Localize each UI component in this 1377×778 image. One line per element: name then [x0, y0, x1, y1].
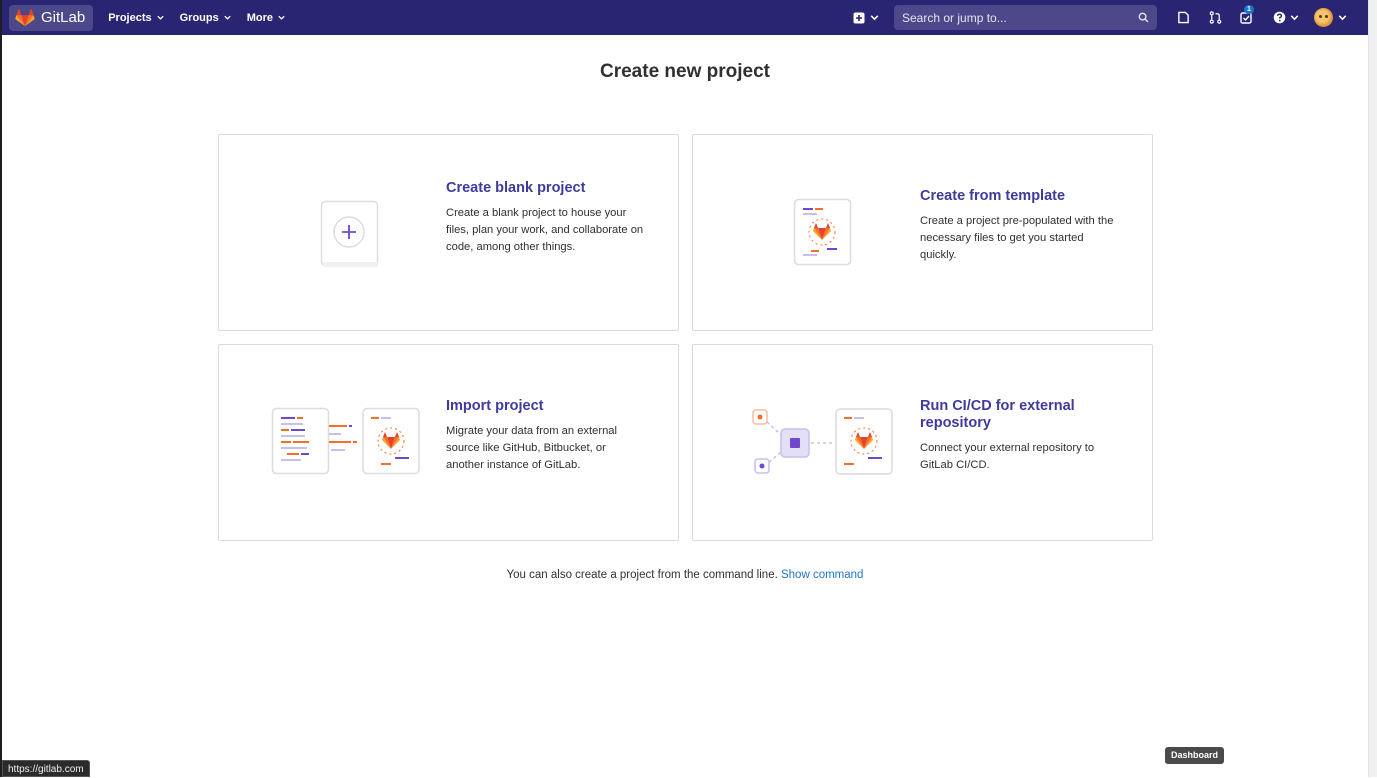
card-description: Migrate your data from an external sourc… — [446, 425, 618, 471]
chevron-down-icon — [1290, 15, 1299, 21]
merge-request-icon — [1209, 11, 1221, 24]
command-line-hint: You can also create a project from the c… — [0, 569, 1370, 581]
todos-button[interactable]: 1 — [1235, 4, 1259, 30]
chevron-down-icon — [278, 15, 285, 20]
question-circle-icon — [1273, 11, 1286, 24]
show-command-link[interactable]: Show command — [781, 569, 863, 581]
gitlab-logo-icon — [15, 8, 35, 26]
more-menu-label: More — [246, 11, 274, 24]
import-project-illustration — [271, 407, 426, 482]
merge-requests-button[interactable] — [1203, 6, 1227, 30]
card-description: Create a project pre-populated with the … — [920, 215, 1114, 261]
avatar — [1314, 8, 1333, 27]
more-menu[interactable]: More — [247, 12, 286, 24]
projects-menu[interactable]: Projects — [108, 12, 164, 24]
card-body: Create blank project Create a blank proj… — [446, 180, 646, 256]
card-body: Run CI/CD for external repository Connec… — [920, 398, 1120, 474]
scrollbar[interactable] — [1368, 0, 1377, 777]
projects-menu-label: Projects — [108, 11, 152, 24]
create-from-template-card[interactable]: Create from template Create a project pr… — [692, 134, 1153, 331]
card-description: Connect your external repository to GitL… — [920, 442, 1095, 471]
chevron-down-icon — [1338, 15, 1347, 21]
status-bar-url: https://gitlab.com — [2, 760, 90, 777]
gitlab-home-link[interactable]: GitLab — [9, 4, 94, 31]
plus-square-icon — [853, 12, 865, 23]
card-title[interactable]: Run CI/CD for external repository — [920, 398, 1120, 432]
issues-button[interactable] — [1171, 6, 1195, 30]
brand-name: GitLab — [41, 9, 86, 26]
browser-viewport: GitLab Projects Groups More Search or ju… — [0, 0, 1377, 777]
cicd-illustration — [751, 407, 896, 484]
chevron-down-icon — [870, 15, 879, 21]
todo-count-badge: 1 — [1244, 4, 1254, 14]
create-blank-project-card[interactable]: Create blank project Create a blank proj… — [218, 134, 679, 331]
issues-icon — [1177, 11, 1189, 24]
page-title: Create new project — [600, 61, 770, 82]
groups-menu-label: Groups — [179, 11, 219, 24]
template-illustration — [793, 198, 853, 273]
groups-menu[interactable]: Groups — [180, 12, 232, 24]
import-project-card[interactable]: Import project Migrate your data from an… — [218, 344, 679, 541]
chevron-down-icon — [156, 15, 164, 20]
new-item-dropdown[interactable] — [853, 6, 880, 30]
help-menu[interactable] — [1273, 6, 1300, 30]
card-body: Create from template Create a project pr… — [920, 188, 1120, 264]
top-navbar: GitLab Projects Groups More Search or ju… — [2, 0, 1368, 35]
user-menu[interactable] — [1314, 6, 1348, 30]
card-description: Create a blank project to house your fil… — [446, 207, 644, 253]
command-line-text: You can also create a project from the c… — [506, 569, 778, 581]
search-box[interactable] — [894, 5, 1157, 30]
search-input[interactable] — [902, 10, 1138, 25]
card-body: Import project Migrate your data from an… — [446, 398, 646, 474]
run-cicd-external-repo-card[interactable]: Run CI/CD for external repository Connec… — [692, 344, 1153, 541]
search-icon — [1138, 12, 1149, 23]
window-edge — [0, 0, 2, 777]
card-title[interactable]: Create from template — [920, 188, 1120, 205]
card-title[interactable]: Import project — [446, 398, 646, 415]
chevron-down-icon — [224, 15, 231, 20]
blank-project-illustration — [320, 200, 380, 273]
card-title[interactable]: Create blank project — [446, 180, 646, 197]
dashboard-tooltip: Dashboard — [1165, 747, 1225, 764]
navbar-right: 1 — [845, 0, 1368, 35]
